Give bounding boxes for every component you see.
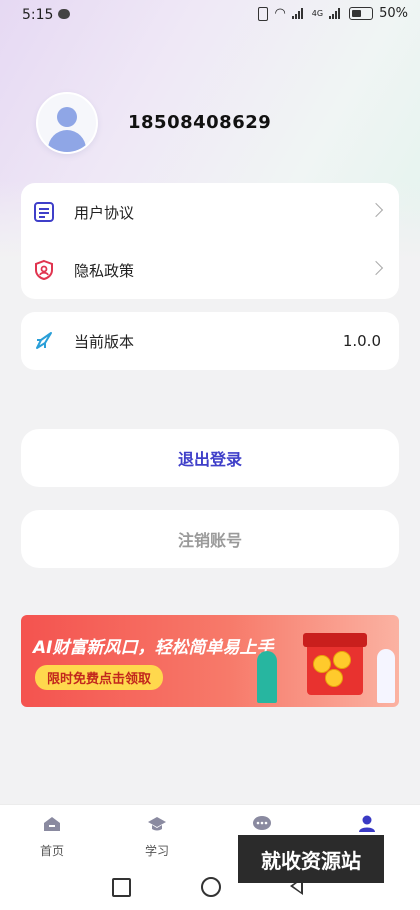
- version-card: 当前版本 1.0.0: [21, 312, 399, 370]
- version-value: 1.0.0: [342, 332, 381, 350]
- version-row: 当前版本 1.0.0: [21, 312, 399, 370]
- status-time: 5:15: [22, 7, 54, 23]
- nav-item-study[interactable]: 学习: [127, 815, 187, 859]
- menu-card: 用户协议 隐私政策: [21, 183, 399, 299]
- avatar[interactable]: [36, 92, 98, 154]
- watermark-overlay: 就收资源站: [238, 835, 384, 883]
- nav-item-home[interactable]: 首页: [22, 815, 82, 859]
- promo-banner[interactable]: AI财富新风口，轻松简单易上手 限时免费点击领取: [21, 615, 399, 707]
- status-bar: 5:15 ◠ 4G 50%: [0, 0, 420, 30]
- nav-label: 学习: [144, 844, 169, 858]
- home-button[interactable]: [201, 877, 221, 897]
- document-icon: [34, 202, 54, 222]
- nav-label: 首页: [39, 844, 64, 858]
- chevron-right-icon: [368, 202, 384, 218]
- chat-icon: [253, 816, 271, 830]
- rocket-icon: [36, 332, 52, 349]
- menu-item-privacy-policy[interactable]: 隐私政策: [21, 241, 399, 299]
- avatar-body: [48, 130, 86, 152]
- user-icon: [359, 815, 375, 832]
- man-illustration: [377, 649, 395, 703]
- recent-apps-button[interactable]: [112, 878, 131, 897]
- coin-icon: [325, 669, 343, 687]
- avatar-head: [57, 107, 77, 127]
- network-type: 4G: [311, 9, 324, 18]
- chevron-right-icon: [368, 260, 384, 276]
- home-icon: [44, 817, 60, 831]
- signal-icon-2: [329, 8, 343, 19]
- version-label: 当前版本: [74, 332, 135, 351]
- battery-percent: 50%: [379, 6, 408, 21]
- wifi-icon: ◠: [274, 6, 286, 21]
- signal-icon-1: [291, 8, 306, 19]
- menu-item-label: 用户协议: [74, 203, 135, 222]
- banner-headline: AI财富新风口，轻松简单易上手: [33, 638, 274, 658]
- coin-icon: [333, 651, 351, 669]
- menu-item-label: 隐私政策: [74, 261, 135, 280]
- menu-item-user-agreement[interactable]: 用户协议: [21, 183, 399, 241]
- girl-illustration: [257, 651, 277, 703]
- deregister-button[interactable]: 注销账号: [21, 510, 399, 568]
- privacy-shield-icon: [35, 259, 53, 281]
- status-right-group: ◠ 4G 50%: [258, 6, 408, 21]
- vibrate-icon: [258, 6, 269, 21]
- graduation-cap-icon: [148, 817, 166, 831]
- user-phone: 18508408629: [128, 112, 272, 133]
- banner-cta[interactable]: 限时免费点击领取: [35, 665, 164, 690]
- message-notification-icon: [58, 9, 70, 19]
- battery-icon: [349, 7, 374, 20]
- logout-button[interactable]: 退出登录: [21, 429, 399, 487]
